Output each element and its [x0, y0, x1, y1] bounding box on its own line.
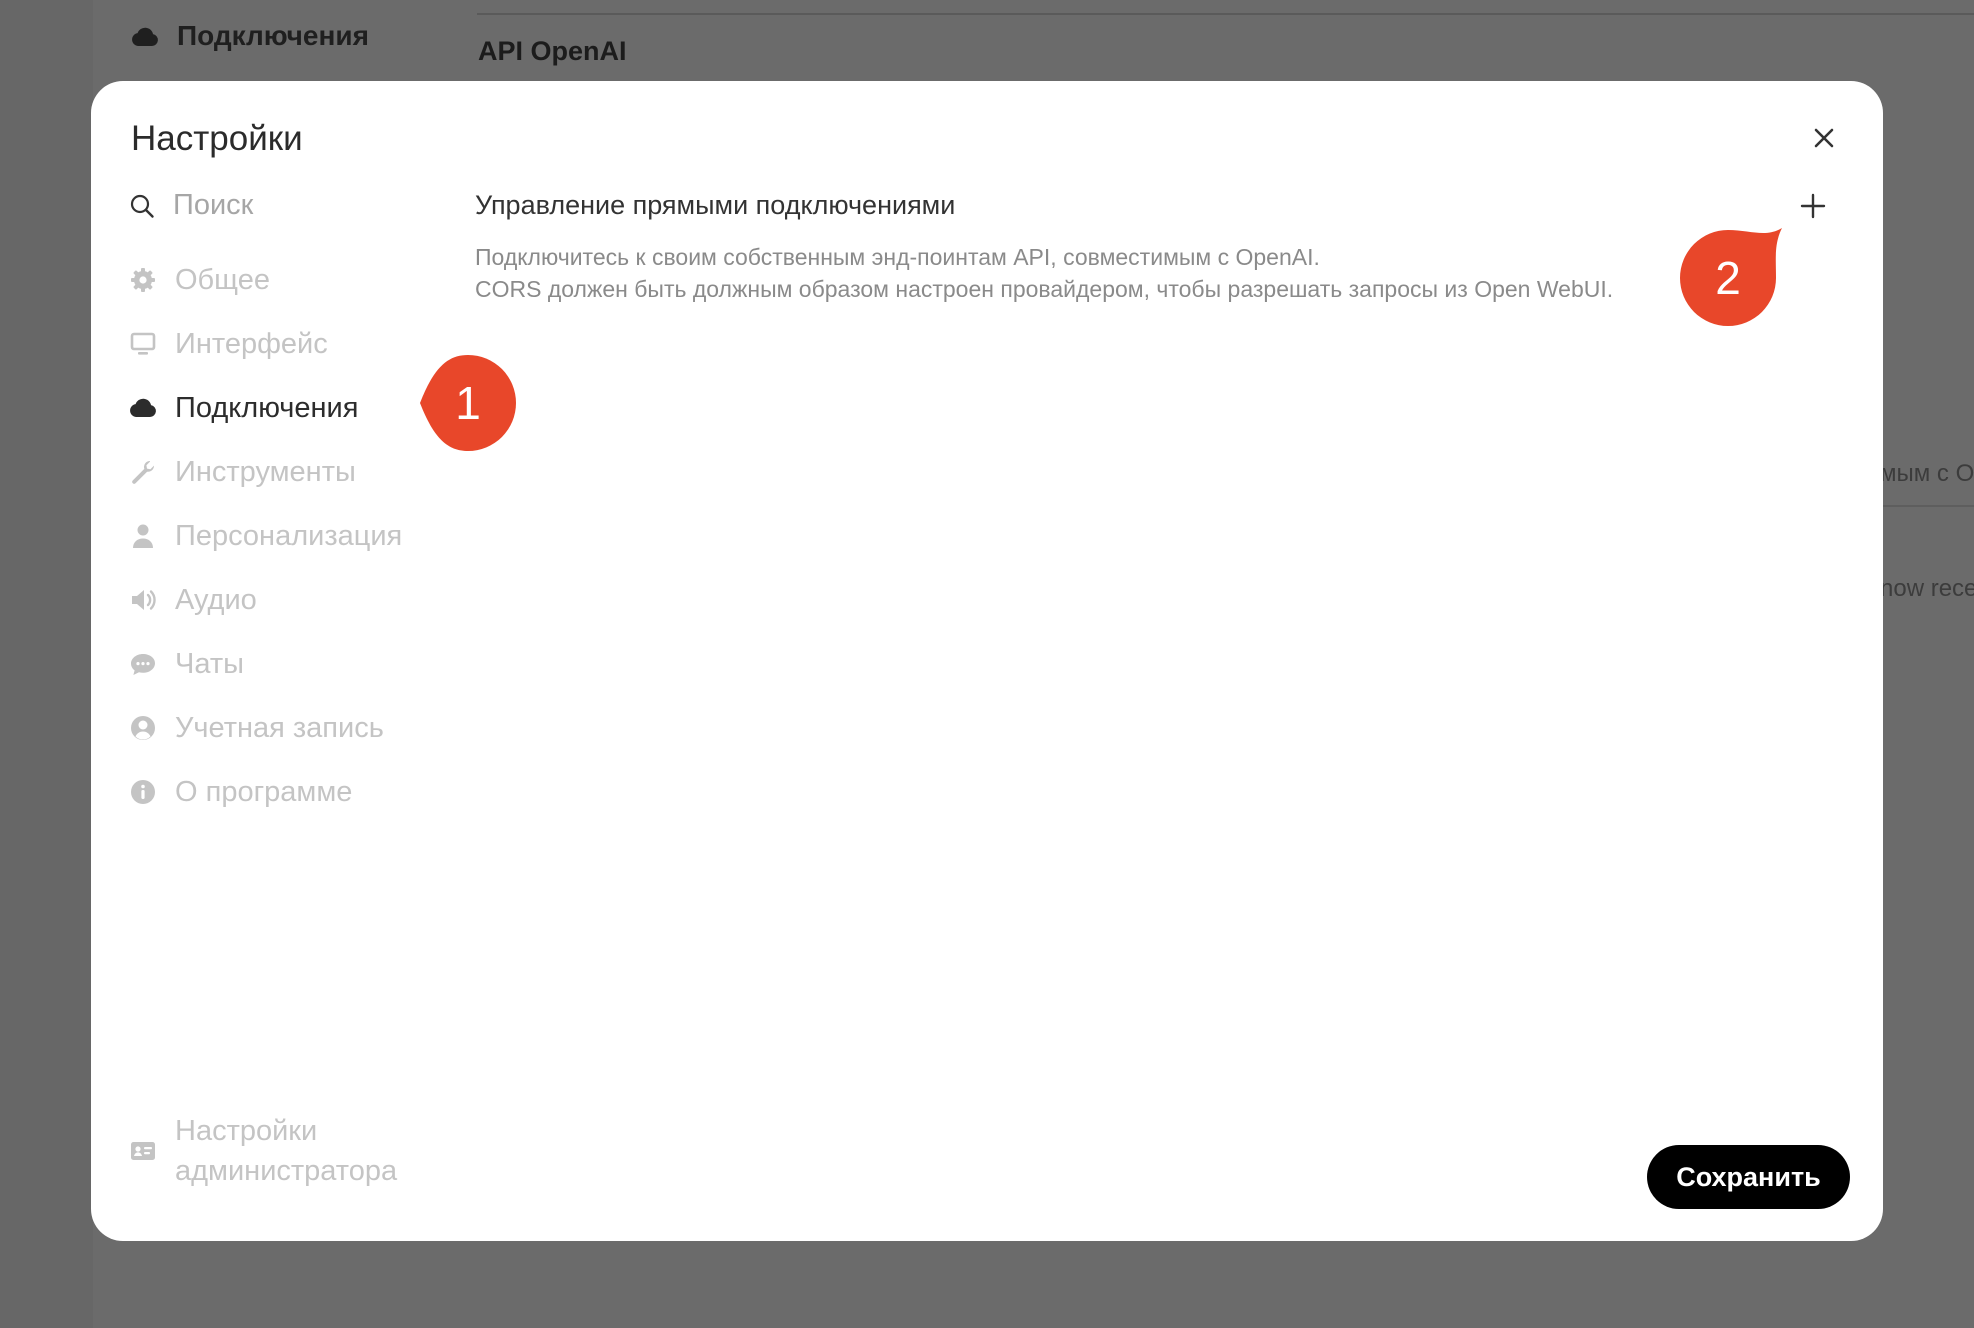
info-icon [129, 778, 157, 806]
nav-item-admin-settings[interactable]: Настройки администратора [129, 1111, 435, 1191]
marker-number: 2 [1715, 252, 1741, 304]
close-icon [1814, 128, 1834, 148]
save-button[interactable]: Сохранить [1647, 1145, 1850, 1209]
nav-item-audio[interactable]: Аудио [129, 568, 402, 632]
marker-number: 1 [455, 377, 481, 429]
add-connection-button[interactable] [1798, 191, 1828, 221]
background-nav-connections: Подключения [131, 20, 369, 52]
cloud-icon [132, 27, 158, 46]
wrench-icon [129, 458, 157, 486]
settings-modal: Настройки Общее Интерфейс Подключения [91, 81, 1883, 1241]
description-line: CORS должен быть должным образом настрое… [475, 276, 1614, 302]
search-input[interactable] [173, 189, 413, 222]
search-bar [129, 189, 413, 222]
background-heading: API OpenAI [478, 36, 627, 66]
plus-icon [1800, 193, 1826, 219]
account-circle-icon [129, 714, 157, 742]
background-nav-label: Подключения [177, 20, 369, 51]
background-partial-text: мым с О [1880, 460, 1974, 487]
close-button[interactable] [1809, 123, 1839, 153]
settings-nav: Общее Интерфейс Подключения Инструменты … [129, 248, 402, 824]
description-line: Подключитесь к своим собственным энд-пои… [475, 244, 1320, 270]
cloud-icon [129, 394, 157, 422]
nav-item-label: О программе [175, 775, 353, 808]
id-card-icon [129, 1137, 157, 1165]
gear-icon [129, 266, 157, 294]
nav-item-label: Аудио [175, 583, 257, 616]
speaker-icon [129, 586, 157, 614]
nav-item-connections[interactable]: Подключения [129, 376, 402, 440]
nav-item-label: Подключения [175, 391, 359, 424]
nav-item-chats[interactable]: Чаты [129, 632, 402, 696]
annotation-marker-2: 2 [1680, 228, 1782, 326]
nav-item-personalization[interactable]: Персонализация [129, 504, 402, 568]
nav-item-label: Интерфейс [175, 327, 328, 360]
search-icon [130, 194, 154, 218]
background-divider [1880, 505, 1974, 507]
background-divider [477, 13, 1974, 15]
chat-bubble-icon [129, 650, 157, 678]
modal-title: Настройки [131, 119, 303, 158]
section-title: Управление прямыми подключениями [475, 190, 956, 220]
nav-item-label: Чаты [175, 647, 244, 680]
admin-settings-label: Настройки администратора [175, 1115, 398, 1187]
nav-item-label: Персонализация [175, 519, 403, 552]
nav-item-account[interactable]: Учетная запись [129, 696, 402, 760]
nav-item-about[interactable]: О программе [129, 760, 402, 824]
monitor-icon [129, 330, 157, 358]
background-sidebar [0, 0, 93, 1328]
nav-item-label: Учетная запись [175, 711, 384, 744]
section-description: Подключитесь к своим собственным энд-пои… [475, 241, 1775, 305]
background-partial-text: now rece [1880, 575, 1974, 602]
nav-item-general[interactable]: Общее [129, 248, 402, 312]
nav-item-label: Инструменты [175, 455, 356, 488]
nav-item-interface[interactable]: Интерфейс [129, 312, 402, 376]
nav-item-label: Общее [175, 263, 270, 296]
nav-item-tools[interactable]: Инструменты [129, 440, 402, 504]
user-icon [129, 522, 157, 550]
annotation-marker-1: 1 [420, 355, 516, 451]
